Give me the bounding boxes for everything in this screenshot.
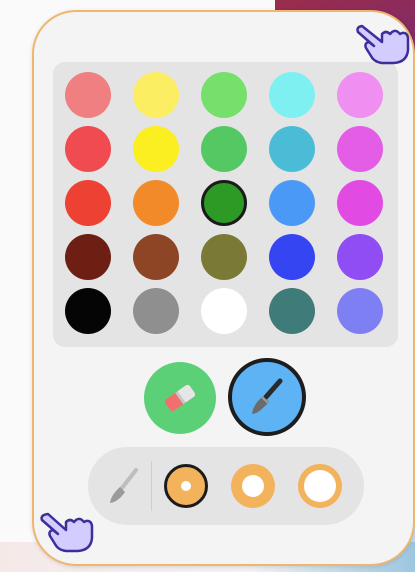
size-divider	[151, 461, 152, 511]
color-swatch[interactable]	[269, 288, 315, 334]
color-swatch[interactable]	[337, 180, 383, 226]
color-swatch[interactable]	[269, 126, 315, 172]
color-swatch[interactable]	[201, 288, 247, 334]
brush-tool-button[interactable]	[228, 358, 306, 436]
pointing-hand-icon	[356, 24, 410, 65]
color-swatch[interactable]	[65, 288, 111, 334]
color-swatch[interactable]	[269, 180, 315, 226]
brush-size-selector	[88, 447, 364, 525]
color-swatch[interactable]	[65, 180, 111, 226]
brush-preview-icon	[110, 468, 138, 503]
brush-size-small[interactable]	[164, 464, 208, 508]
color-swatch[interactable]	[65, 72, 111, 118]
brush-size-large[interactable]	[298, 464, 342, 508]
color-swatch[interactable]	[201, 72, 247, 118]
color-swatch[interactable]	[133, 234, 179, 280]
color-swatch[interactable]	[133, 126, 179, 172]
brush-size-medium[interactable]	[231, 464, 275, 508]
eraser-tool-button[interactable]	[144, 362, 216, 434]
color-swatch[interactable]	[269, 72, 315, 118]
pointing-hand-icon	[40, 512, 94, 553]
color-swatch[interactable]	[337, 126, 383, 172]
color-swatch[interactable]	[133, 72, 179, 118]
color-swatch[interactable]	[337, 72, 383, 118]
color-swatch[interactable]	[201, 234, 247, 280]
color-swatch[interactable]	[201, 126, 247, 172]
color-swatch[interactable]	[337, 234, 383, 280]
color-swatch[interactable]	[201, 180, 247, 226]
paintbrush-icon	[252, 378, 283, 414]
color-swatch[interactable]	[269, 234, 315, 280]
color-swatch[interactable]	[337, 288, 383, 334]
color-swatch[interactable]	[65, 126, 111, 172]
color-swatch[interactable]	[133, 288, 179, 334]
eraser-icon	[164, 384, 196, 412]
color-swatch[interactable]	[133, 180, 179, 226]
color-palette-grid	[53, 62, 398, 347]
color-swatch[interactable]	[65, 234, 111, 280]
